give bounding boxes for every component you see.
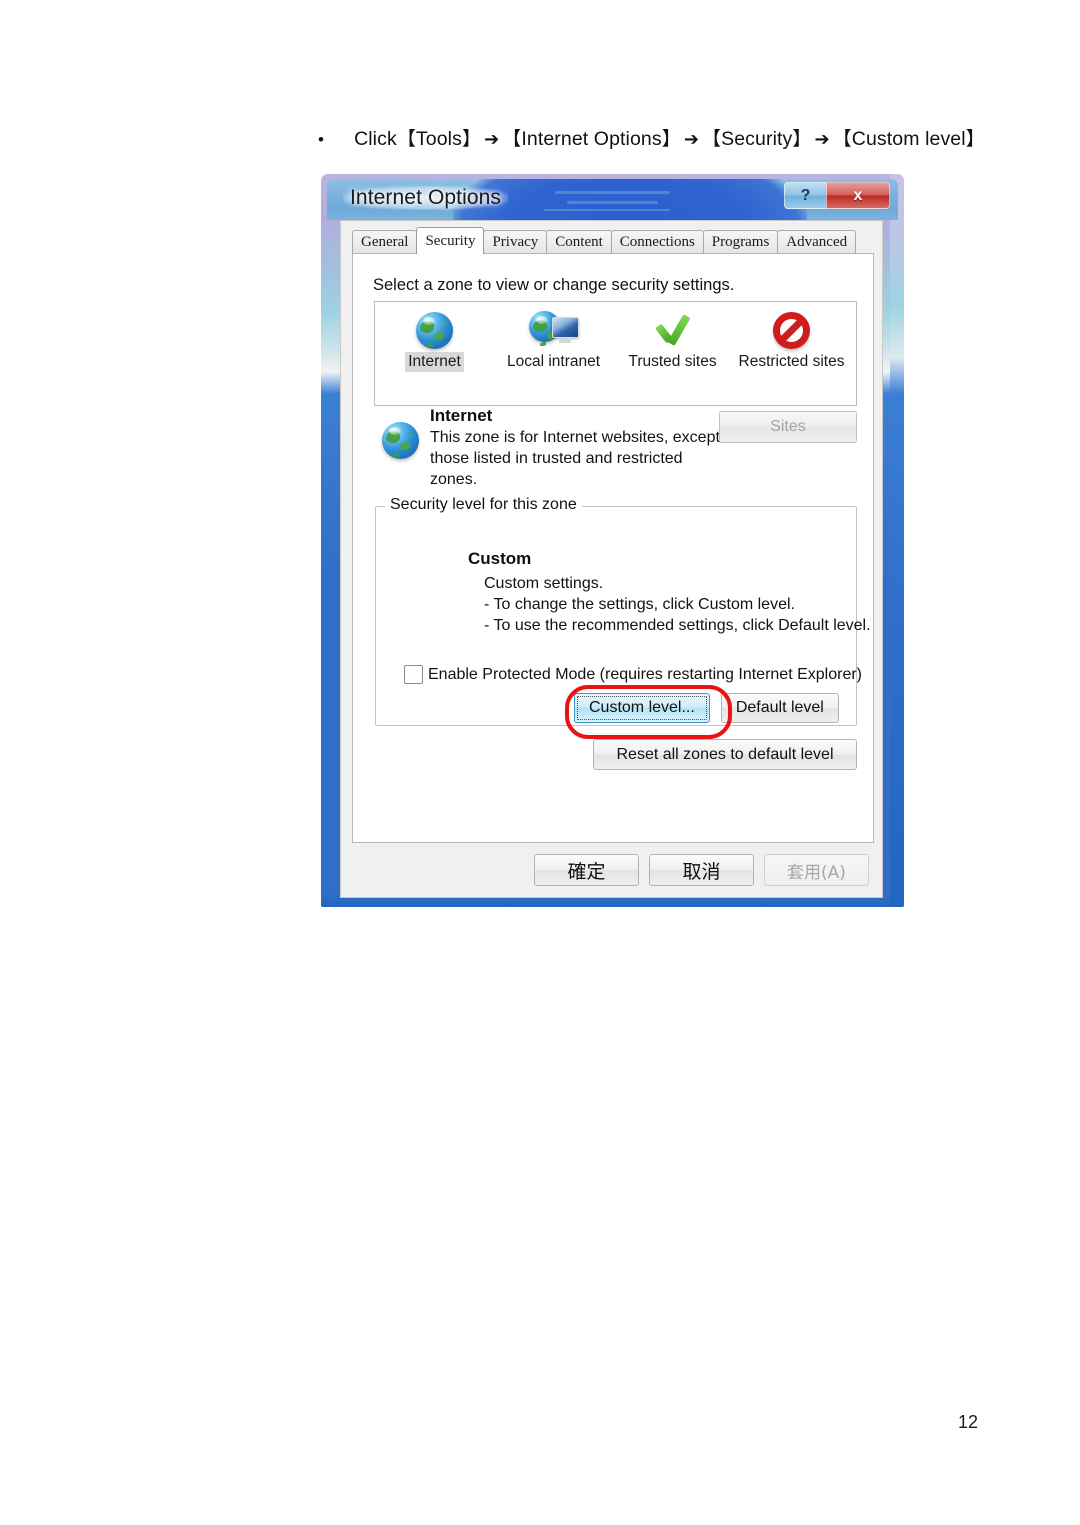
security-level-name: Custom [468,549,532,568]
close-icon[interactable]: x [826,182,890,209]
zone-item-trusted-sites[interactable]: Trusted sites [613,308,732,405]
protected-mode-checkbox[interactable] [404,665,423,684]
zone-label-internet: Internet [405,352,464,372]
zone-description-text: This zone is for Internet websites, exce… [430,429,720,489]
bracket-close-3: 】 [792,128,812,150]
window-glass-frame-right [890,174,904,907]
tabstrip: General Security Privacy Content Connect… [352,226,874,254]
zone-instruction-label: Select a zone to view or change security… [373,276,735,294]
arrow-icon-2: ➔ [683,129,700,150]
bracket-open-4: 【 [832,128,852,150]
arrow-icon-3: ➔ [814,129,830,150]
internet-options-screenshot: Internet Options ? x General Security Pr… [321,174,904,907]
tab-security[interactable]: Security [416,226,485,254]
instruction-step-1: Tools [415,128,462,150]
zone-description-area: Internet This zone is for Internet websi… [374,406,857,498]
reset-all-zones-button[interactable]: Reset all zones to default level [593,739,857,770]
globe-monitor-icon [528,308,579,352]
zone-label-local-intranet: Local intranet [506,353,601,370]
bracket-close-4: 】 [965,128,985,150]
level-button-group: Custom level... Default level [574,693,839,723]
bracket-open-1: 【 [396,128,416,150]
bracket-open-2: 【 [502,128,522,150]
wallpaper-streak-2 [566,201,659,204]
instruction-step-4: Custom level [851,128,966,150]
tab-privacy[interactable]: Privacy [483,229,548,254]
bracket-close-2: 】 [661,128,681,150]
bracket-open-3: 【 [702,128,722,150]
zone-list[interactable]: Internet Local intranet Trusted sites Re… [374,301,857,406]
globe-icon [416,308,453,352]
protected-mode-row[interactable]: Enable Protected Mode (requires restarti… [404,665,862,684]
security-level-description: Custom settings. - To change the setting… [484,573,871,636]
tab-connections[interactable]: Connections [610,229,704,254]
arrow-icon-1: ➔ [484,129,500,150]
globe-icon [382,422,419,459]
window-title: Internet Options [343,186,509,210]
instruction-text: Click【Tools】 ➔ 【Internet Options】 ➔ 【Securit… [354,124,985,151]
zone-item-internet[interactable]: Internet [375,308,494,405]
page-number: 12 [958,1412,979,1432]
wallpaper-streak-3 [543,209,670,211]
zone-item-local-intranet[interactable]: Local intranet [494,308,613,405]
window-titlebar: Internet Options ? x [327,179,898,220]
security-level-legend: Security level for this zone [385,496,582,514]
security-level-line-1: Custom settings. [484,575,604,592]
red-prohibition-icon [773,308,810,352]
dialog-body: General Security Privacy Content Connect… [340,220,883,898]
cancel-button[interactable]: 取消 [649,854,754,886]
instruction-bullet-line: • Click【Tools】 ➔ 【Internet Options】 ➔ 【Secur… [318,124,1018,151]
ok-button[interactable]: 確定 [534,854,639,886]
zone-description-title: Internet [430,406,493,425]
dialog-footer-buttons: 確定 取消 套用(A) [534,854,869,886]
instruction-step-2: Internet Options [521,128,662,150]
zone-label-restricted-sites: Restricted sites [738,353,845,370]
wallpaper-streak-1 [555,191,670,194]
protected-mode-label: Enable Protected Mode (requires restarti… [428,665,862,683]
tab-content[interactable]: Content [546,229,612,254]
bracket-close-1: 】 [461,128,482,150]
zone-item-restricted-sites[interactable]: Restricted sites [732,308,851,405]
security-tab-page: Select a zone to view or change security… [352,253,874,843]
zone-label-trusted-sites: Trusted sites [628,353,717,370]
apply-button[interactable]: 套用(A) [764,854,869,886]
security-level-line-3: - To use the recommended settings, click… [484,617,871,635]
bullet-marker: • [318,130,325,149]
tab-programs[interactable]: Programs [702,229,779,254]
tab-advanced[interactable]: Advanced [777,229,857,254]
security-level-line-2: - To change the settings, click Custom l… [484,596,795,614]
custom-level-button[interactable]: Custom level... [574,693,710,723]
instruction-step-3: Security [721,128,793,150]
green-check-icon [653,308,693,352]
tab-general[interactable]: General [352,229,418,254]
security-level-groupbox: Security level for this zone Custom Cust… [375,496,871,739]
help-button[interactable]: ? [784,182,826,209]
default-level-button[interactable]: Default level [720,693,839,723]
caption-button-group: ? x [784,182,890,210]
sites-button[interactable]: Sites [719,411,857,443]
instruction-click-word: Click [354,128,397,150]
